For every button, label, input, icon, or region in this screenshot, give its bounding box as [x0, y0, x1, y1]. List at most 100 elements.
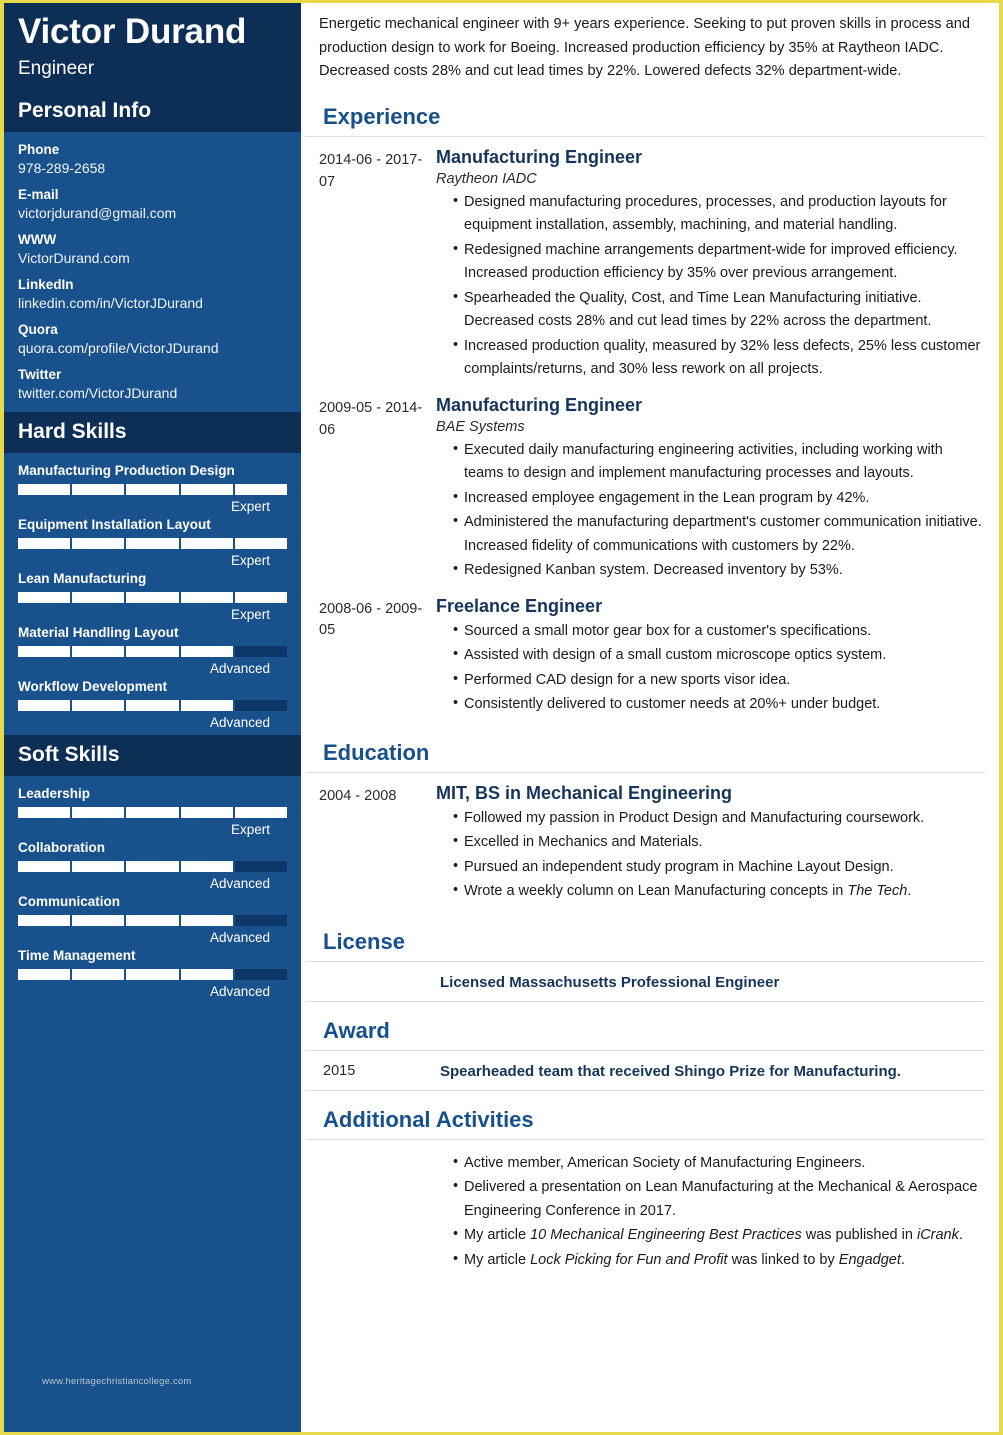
contact-item-linkedin: LinkedIn linkedin.com/in/VictorJDurand — [18, 277, 287, 311]
skill-bar-ticks — [18, 969, 287, 980]
contact-value: quora.com/profile/VictorJDurand — [18, 340, 219, 356]
section-title-experience: Experience — [305, 96, 985, 137]
skill-level: Advanced — [209, 930, 270, 945]
entry-body: Freelance Engineer Sourced a small motor… — [436, 596, 985, 718]
education-entry: 2004 - 2008 MIT, BS in Mechanical Engine… — [301, 773, 999, 907]
license-entry: Licensed Massachusetts Professional Engi… — [305, 962, 985, 1002]
license-text: Licensed Massachusetts Professional Engi… — [440, 973, 780, 991]
entry-bullets: Executed daily manufacturing engineering… — [436, 438, 985, 583]
skill-bar — [18, 861, 287, 872]
skill-level: Advanced — [209, 661, 270, 676]
article-title: 10 Mechanical Engineering Best Practices — [530, 1227, 802, 1244]
skill-bar — [18, 484, 287, 495]
skill-item: Equipment Installation Layout Expert — [18, 517, 287, 568]
additional-activities-list: Active member, American Society of Manuf… — [301, 1140, 999, 1275]
entry-body: Manufacturing Engineer Raytheon IADC Des… — [436, 147, 985, 383]
experience-entry: 2008-06 - 2009-05 Freelance Engineer Sou… — [301, 586, 999, 720]
contact-label: Twitter — [18, 367, 62, 382]
skill-bar-ticks — [18, 538, 287, 549]
contact-label: Quora — [18, 322, 58, 337]
skill-name: Lean Manufacturing — [18, 571, 147, 586]
entry-company: Raytheon IADC — [436, 170, 537, 187]
skill-level: Expert — [230, 822, 270, 837]
bullet: Active member, American Society of Manuf… — [453, 1151, 985, 1175]
skill-level: Advanced — [209, 876, 270, 891]
hard-skills-list: Manufacturing Production Design Expert E… — [4, 453, 301, 730]
skill-item: Lean Manufacturing Expert — [18, 571, 287, 622]
entry-bullets: Sourced a small motor gear box for a cus… — [436, 619, 985, 717]
bullet: My article Lock Picking for Fun and Prof… — [453, 1247, 985, 1272]
contact-item-www: WWW VictorDurand.com — [18, 232, 287, 266]
bullet: Redesigned Kanban system. Decreased inve… — [453, 558, 985, 582]
license-date — [323, 974, 440, 991]
skill-item: Material Handling Layout Advanced — [18, 625, 287, 676]
skill-item: Communication Advanced — [18, 894, 287, 945]
contact-item-phone: Phone 978-289-2658 — [18, 142, 287, 176]
skill-bar — [18, 592, 287, 603]
skill-item: Collaboration Advanced — [18, 840, 287, 891]
bullet: Delivered a presentation on Lean Manufac… — [453, 1175, 985, 1223]
contact-label: WWW — [18, 232, 57, 247]
skill-bar — [18, 646, 287, 657]
entry-company: BAE Systems — [436, 418, 525, 435]
bullet: Assisted with design of a small custom m… — [453, 643, 985, 667]
skill-bar — [18, 915, 287, 926]
award-entry: 2015 Spearheaded team that received Shin… — [305, 1051, 985, 1091]
candidate-name: Victor Durand — [18, 12, 247, 51]
bullet: Consistently delivered to customer needs… — [453, 692, 985, 716]
experience-entry: 2009-05 - 2014-06 Manufacturing Engineer… — [301, 385, 999, 586]
skill-name: Equipment Installation Layout — [18, 517, 211, 532]
section-title-award: Award — [305, 1010, 985, 1051]
bullet: Excelled in Mechanics and Materials. — [453, 830, 985, 854]
bullet: Wrote a weekly column on Lean Manufactur… — [453, 879, 985, 903]
entry-title: Freelance Engineer — [436, 595, 603, 616]
candidate-job-title: Engineer — [18, 57, 95, 79]
bullet: Administered the manufacturing departmen… — [453, 510, 985, 558]
contact-label: LinkedIn — [18, 277, 74, 292]
publication-name: iCrank — [916, 1227, 959, 1244]
soft-skills-list: Leadership Expert Collaboration Advanced… — [4, 776, 301, 999]
skill-bar — [18, 969, 287, 980]
soft-skills-heading: Soft Skills — [4, 735, 301, 776]
bullet: Increased employee engagement in the Lea… — [453, 486, 985, 510]
personal-info-list: Phone 978-289-2658 E-mail victorjdurand@… — [4, 132, 301, 401]
contact-value: linkedin.com/in/VictorJDurand — [18, 295, 203, 311]
skill-bar — [18, 807, 287, 818]
article-title: Lock Picking for Fun and Profit — [530, 1251, 728, 1268]
contact-value: twitter.com/VictorJDurand — [18, 385, 178, 401]
contact-item-email: E-mail victorjdurand@gmail.com — [18, 187, 287, 221]
bullet: Increased production quality, measured b… — [453, 334, 985, 382]
skill-level: Expert — [230, 499, 270, 514]
skill-bar — [18, 538, 287, 549]
skill-name: Time Management — [18, 948, 136, 963]
publication-name: Engadget — [838, 1251, 901, 1268]
publication-name: The Tech — [847, 883, 908, 900]
entry-date: 2009-05 - 2014-06 — [319, 399, 423, 438]
summary-paragraph: Energetic mechanical engineer with 9+ ye… — [319, 16, 971, 80]
contact-value: victorjdurand@gmail.com — [18, 205, 177, 221]
entry-title: Manufacturing Engineer — [436, 146, 643, 167]
entry-body: Manufacturing Engineer BAE Systems Execu… — [436, 395, 985, 584]
bullet: Spearheaded the Quality, Cost, and Time … — [453, 286, 985, 334]
skill-name: Communication — [18, 894, 121, 909]
sidebar: Victor Durand Engineer Personal Info Pho… — [4, 3, 301, 1432]
entry-body: MIT, BS in Mechanical Engineering Follow… — [436, 783, 985, 905]
entry-title: Manufacturing Engineer — [436, 394, 643, 415]
entry-bullets: Followed my passion in Product Design an… — [436, 806, 985, 904]
bullet: Executed daily manufacturing engineering… — [453, 438, 985, 486]
skill-level: Advanced — [209, 984, 270, 999]
skill-name: Manufacturing Production Design — [18, 463, 235, 478]
section-title-license: License — [305, 921, 985, 962]
section-title-education: Education — [305, 732, 985, 773]
contact-item-quora: Quora quora.com/profile/VictorJDurand — [18, 322, 287, 356]
experience-entry: 2014-06 - 2017-07 Manufacturing Engineer… — [301, 137, 999, 385]
skill-name: Leadership — [18, 786, 91, 801]
award-text: Spearheaded team that received Shingo Pr… — [440, 1062, 901, 1080]
entry-bullets: Active member, American Society of Manuf… — [436, 1151, 985, 1272]
skill-bar-ticks — [18, 646, 287, 657]
skill-item: Manufacturing Production Design Expert — [18, 463, 287, 514]
entry-bullets: Designed manufacturing procedures, proce… — [436, 190, 985, 382]
skill-name: Material Handling Layout — [18, 625, 179, 640]
contact-label: E-mail — [18, 187, 59, 202]
personal-info-heading: Personal Info — [4, 91, 301, 132]
